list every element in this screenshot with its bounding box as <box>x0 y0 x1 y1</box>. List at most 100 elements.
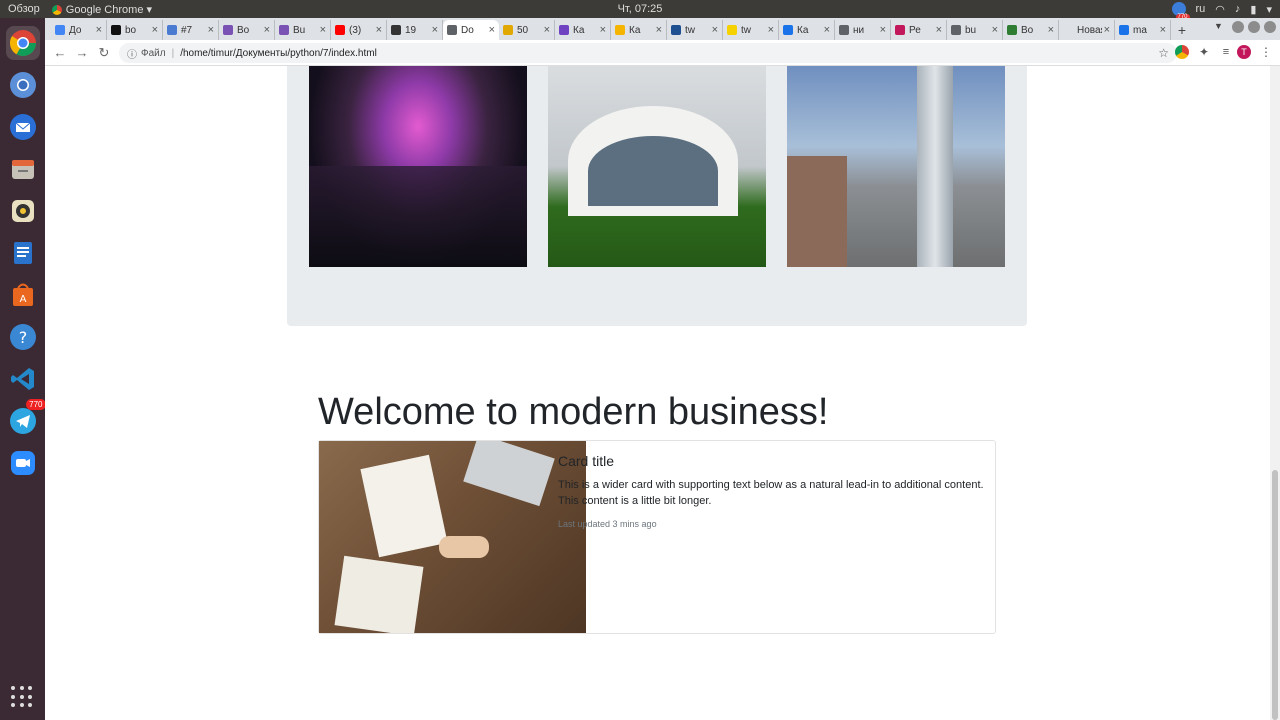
tab-close-icon[interactable]: × <box>1048 24 1054 36</box>
tab-0[interactable]: До × <box>51 20 107 40</box>
tab-label: bo <box>125 24 137 36</box>
app-menu[interactable]: Google Chrome ▾ <box>51 3 152 16</box>
tab-favicon-icon <box>1119 25 1129 35</box>
tab-close-icon[interactable]: × <box>152 24 158 36</box>
music-player-icon <box>11 200 34 222</box>
tab-close-icon[interactable]: × <box>936 24 942 36</box>
url-scheme-label: Файл <box>141 47 166 59</box>
tab-close-icon[interactable]: × <box>489 24 495 36</box>
chrome-menu-icon[interactable]: ⋮ <box>1259 45 1273 59</box>
tab-5[interactable]: (3) × <box>331 20 387 40</box>
address-bar[interactable]: ⓘ Файл | /home/timur/Документы/python/7/… <box>119 43 1177 63</box>
tab-close-icon[interactable]: × <box>1104 24 1110 36</box>
tab-label: 19 <box>405 24 417 36</box>
tab-15[interactable]: Ре × <box>891 20 947 40</box>
minimize-button[interactable] <box>1232 21 1244 33</box>
tab-close-icon[interactable]: × <box>880 24 886 36</box>
close-window-button[interactable] <box>1264 21 1276 33</box>
gallery-image-skyscraper[interactable] <box>787 66 1005 267</box>
tab-favicon-icon <box>167 25 177 35</box>
show-applications-icon[interactable] <box>11 686 33 708</box>
tab-close-icon[interactable]: × <box>208 24 214 36</box>
media-controls-icon[interactable]: ≡ <box>1219 45 1233 59</box>
tab-close-icon[interactable]: × <box>96 24 102 36</box>
tab-4[interactable]: Bu × <box>275 20 331 40</box>
gallery-image-curved-building[interactable] <box>548 66 766 267</box>
maximize-button[interactable] <box>1248 21 1260 33</box>
dock-files[interactable] <box>6 152 40 186</box>
keyboard-layout-indicator[interactable]: ru <box>1196 3 1206 15</box>
extension-color-icon[interactable] <box>1175 45 1189 59</box>
tab-11[interactable]: tw × <box>667 20 723 40</box>
tab-19[interactable]: ma × <box>1115 20 1171 40</box>
tab-close-icon[interactable]: × <box>1160 24 1166 36</box>
page-scrollbar[interactable] <box>1270 66 1280 720</box>
tab-2[interactable]: #7 × <box>163 20 219 40</box>
battery-icon[interactable]: ▮ <box>1250 3 1256 16</box>
forward-button[interactable]: → <box>71 45 93 60</box>
vscode-icon <box>10 368 34 390</box>
tab-search-icon[interactable]: ▼ <box>1214 21 1228 33</box>
tab-close-icon[interactable]: × <box>824 24 830 36</box>
dock-software-center[interactable]: A <box>6 278 40 312</box>
dock-libreoffice-writer[interactable] <box>6 236 40 270</box>
tab-6[interactable]: 19 × <box>387 20 443 40</box>
tab-8[interactable]: 50 × <box>499 20 555 40</box>
tab-17[interactable]: Во × <box>1003 20 1059 40</box>
telegram-badge: 770 <box>26 399 46 410</box>
tab-label: ни <box>853 24 865 36</box>
wifi-icon[interactable]: ◠ <box>1215 3 1225 16</box>
tab-close-icon[interactable]: × <box>768 24 774 36</box>
site-info-icon[interactable]: ⓘ <box>127 46 137 61</box>
extensions-puzzle-icon[interactable]: ✦ <box>1197 45 1211 59</box>
dock-help[interactable]: ? <box>6 320 40 354</box>
tab-label: bu <box>965 24 977 36</box>
tab-1[interactable]: bo × <box>107 20 163 40</box>
tab-favicon-icon <box>279 25 289 35</box>
dock: A ? 770 <box>0 18 46 720</box>
dock-thunderbird[interactable] <box>6 110 40 144</box>
tab-favicon-icon <box>391 25 401 35</box>
dock-rhythmbox[interactable] <box>6 194 40 228</box>
files-icon <box>11 160 34 179</box>
reload-button[interactable]: ↻ <box>93 45 115 61</box>
url-text[interactable]: /home/timur/Документы/python/7/index.htm… <box>180 48 377 59</box>
back-button[interactable]: ← <box>49 45 71 60</box>
tab-13[interactable]: Ка × <box>779 20 835 40</box>
tab-close-icon[interactable]: × <box>992 24 998 36</box>
gallery-image-lotus-building[interactable] <box>309 66 527 267</box>
new-tab-button[interactable]: + <box>1171 20 1193 40</box>
tab-label: Ка <box>573 24 585 36</box>
activities-button[interactable]: Обзор <box>8 3 40 15</box>
clock[interactable]: Чт, 07:25 <box>0 3 1280 15</box>
tab-label: 50 <box>517 24 529 36</box>
dock-chrome[interactable] <box>5 26 40 60</box>
dock-telegram[interactable]: 770 <box>6 399 46 438</box>
tab-3[interactable]: Bo × <box>219 20 275 40</box>
tab-close-icon[interactable]: × <box>264 24 270 36</box>
dock-zoom[interactable] <box>6 446 40 480</box>
tab-7[interactable]: Do × <box>443 20 499 40</box>
volume-icon[interactable]: ♪ <box>1235 3 1241 15</box>
tab-10[interactable]: Ка × <box>611 20 667 40</box>
tab-16[interactable]: bu × <box>947 20 1003 40</box>
tab-favicon-icon <box>727 25 737 35</box>
tab-close-icon[interactable]: × <box>712 24 718 36</box>
notification-app-icon[interactable]: 770 <box>1171 2 1190 20</box>
tab-12[interactable]: tw × <box>723 20 779 40</box>
tab-close-icon[interactable]: × <box>376 24 382 36</box>
system-menu-icon[interactable]: ▾ <box>1266 3 1272 16</box>
tab-close-icon[interactable]: × <box>320 24 326 36</box>
dock-chromium[interactable] <box>6 68 40 102</box>
tab-close-icon[interactable]: × <box>544 24 550 36</box>
scrollbar-thumb[interactable] <box>1272 470 1278 720</box>
tab-18[interactable]: Новая× <box>1059 20 1115 40</box>
tab-close-icon[interactable]: × <box>432 24 438 36</box>
bookmark-star-icon[interactable]: ☆ <box>1158 46 1169 60</box>
tab-close-icon[interactable]: × <box>600 24 606 36</box>
profile-avatar[interactable]: T <box>1237 45 1251 59</box>
tab-14[interactable]: ни × <box>835 20 891 40</box>
tab-close-icon[interactable]: × <box>656 24 662 36</box>
tab-9[interactable]: Ка × <box>555 20 611 40</box>
dock-vscode[interactable] <box>6 362 40 396</box>
